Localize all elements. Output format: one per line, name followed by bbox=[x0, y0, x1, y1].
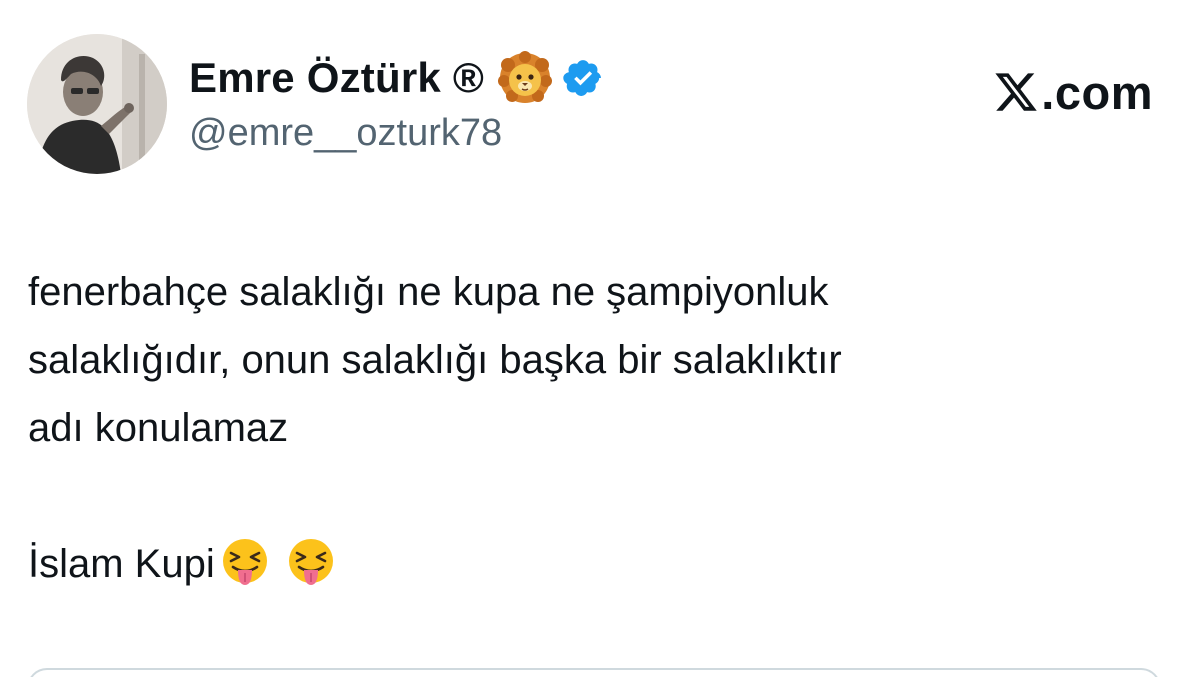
author-name-row: Emre Öztürk ® bbox=[189, 48, 604, 108]
x-logo-icon bbox=[993, 69, 1039, 115]
tweet-line: salaklığıdır, onun salaklığı başka bir s… bbox=[28, 338, 842, 382]
squinting-face-with-tongue-emoji-icon bbox=[285, 537, 337, 589]
tweet-signoff-line: İslam Kupi bbox=[28, 530, 1148, 598]
verified-badge-icon[interactable] bbox=[562, 57, 604, 99]
tweet-line: fenerbahçe salaklığı ne kupa ne şampiyon… bbox=[28, 270, 829, 314]
author-handle[interactable]: @emre__ozturk78 bbox=[189, 112, 502, 155]
lion-face-emoji-icon bbox=[497, 51, 552, 105]
author-avatar[interactable] bbox=[27, 34, 167, 174]
squinting-face-with-tongue-emoji-icon bbox=[219, 537, 271, 589]
tweet-body: fenerbahçe salaklığı ne kupa ne şampiyon… bbox=[28, 258, 1148, 598]
profile-photo-avatar-icon bbox=[27, 34, 167, 174]
tweet-line: adı konulamaz bbox=[28, 406, 289, 450]
author-display-name[interactable]: Emre Öztürk ® bbox=[189, 54, 484, 102]
x-brand-watermark: .com bbox=[993, 62, 1153, 122]
brand-domain-text: .com bbox=[1041, 65, 1153, 119]
tweet-signoff: İslam Kupi bbox=[28, 542, 215, 586]
embedded-card-edge bbox=[27, 668, 1161, 677]
